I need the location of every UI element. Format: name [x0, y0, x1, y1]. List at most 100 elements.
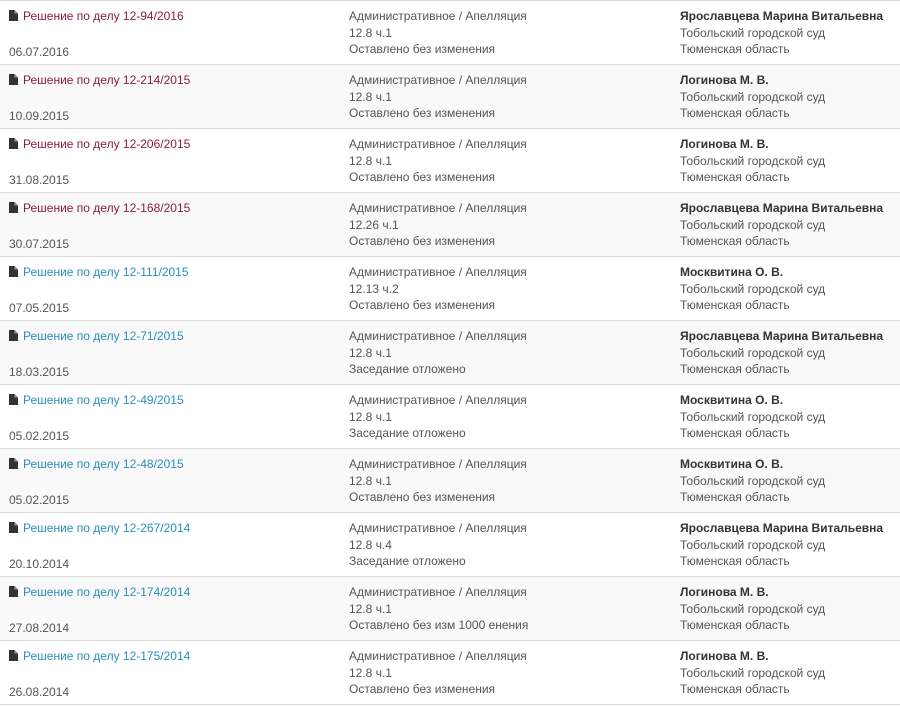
case-link[interactable]: Решение по делу 12-168/2015 — [9, 200, 339, 217]
table-row: Решение по делу 12-174/2014 27.08.2014 А… — [0, 577, 900, 641]
case-link[interactable]: Решение по делу 12-214/2015 — [9, 72, 339, 89]
court-name: Тобольский городской суд — [680, 217, 826, 232]
case-category: Административное / Апелляция — [349, 521, 527, 535]
document-icon — [9, 458, 18, 469]
table-row: Решение по делу 12-175/2014 26.08.2014 А… — [0, 641, 900, 705]
case-title-cell: Решение по делу 12-71/2015 18.03.2015 — [9, 328, 339, 380]
case-info-cell: Административное / Апелляция 12.8 ч.1 Ос… — [349, 584, 669, 634]
case-date: 20.10.2014 — [9, 556, 70, 571]
case-judge-cell: Ярославцева Марина Витальевна Тобольский… — [680, 520, 895, 570]
case-date: 30.07.2015 — [9, 236, 70, 251]
case-link[interactable]: Решение по делу 12-267/2014 — [9, 520, 339, 537]
case-date: 31.08.2015 — [9, 172, 70, 187]
judge-name: Ярославцева Марина Витальевна — [680, 521, 884, 535]
judge-name: Логинова М. В. — [680, 73, 769, 87]
court-name: Тобольский городской суд — [680, 473, 826, 488]
case-result: Оставлено без изменения — [349, 234, 496, 248]
case-article: 12.26 ч.1 — [349, 217, 399, 232]
document-icon — [9, 138, 18, 149]
case-category: Административное / Апелляция — [349, 649, 527, 663]
case-link-text: Решение по делу 12-214/2015 — [23, 73, 191, 87]
case-judge-cell: Ярославцева Марина Витальевна Тобольский… — [680, 8, 895, 58]
case-link-text: Решение по делу 12-49/2015 — [23, 393, 184, 407]
region-name: Тюменская область — [680, 106, 790, 120]
case-article: 12.8 ч.1 — [349, 89, 392, 104]
case-link-text: Решение по делу 12-111/2015 — [23, 265, 189, 279]
table-row: Решение по делу 12-49/2015 05.02.2015 Ад… — [0, 385, 900, 449]
case-judge-cell: Логинова М. В. Тобольский городской суд … — [680, 136, 895, 186]
case-date: 10.09.2015 — [9, 108, 70, 123]
case-info-cell: Административное / Апелляция 12.13 ч.2 О… — [349, 264, 669, 314]
case-category: Административное / Апелляция — [349, 457, 527, 471]
case-link-text: Решение по делу 12-175/2014 — [23, 649, 191, 663]
case-info-cell: Административное / Апелляция 12.8 ч.1 За… — [349, 328, 669, 378]
judge-name: Логинова М. В. — [680, 585, 769, 599]
case-result: Заседание отложено — [349, 362, 466, 376]
region-name: Тюменская область — [680, 298, 790, 312]
table-row: Решение по делу 12-71/2015 18.03.2015 Ад… — [0, 321, 900, 385]
region-name: Тюменская область — [680, 618, 790, 632]
judge-name: Логинова М. В. — [680, 649, 769, 663]
case-link[interactable]: Решение по делу 12-49/2015 — [9, 392, 339, 409]
case-link[interactable]: Решение по делу 12-175/2014 — [9, 648, 339, 665]
region-name: Тюменская область — [680, 554, 790, 568]
case-judge-cell: Москвитина О. В. Тобольский городской су… — [680, 456, 895, 506]
table-row: Решение по делу 12-267/2014 20.10.2014 А… — [0, 513, 900, 577]
case-date: 05.02.2015 — [9, 492, 70, 507]
case-category: Административное / Апелляция — [349, 9, 527, 23]
case-result: Заседание отложено — [349, 554, 466, 568]
case-title-cell: Решение по делу 12-94/2016 06.07.2016 — [9, 8, 339, 60]
case-category: Административное / Апелляция — [349, 585, 527, 599]
judge-name: Ярославцева Марина Витальевна — [680, 201, 884, 215]
table-row: Решение по делу 12-48/2015 05.02.2015 Ад… — [0, 449, 900, 513]
case-info-cell: Административное / Апелляция 12.8 ч.1 Ос… — [349, 648, 669, 698]
case-title-cell: Решение по делу 12-267/2014 20.10.2014 — [9, 520, 339, 572]
case-link-text: Решение по делу 12-168/2015 — [23, 201, 191, 215]
document-icon — [9, 586, 18, 597]
case-info-cell: Административное / Апелляция 12.8 ч.1 За… — [349, 392, 669, 442]
court-name: Тобольский городской суд — [680, 153, 826, 168]
case-article: 12.8 ч.1 — [349, 345, 392, 360]
court-name: Тобольский городской суд — [680, 537, 826, 552]
case-link[interactable]: Решение по делу 12-174/2014 — [9, 584, 339, 601]
case-info-cell: Административное / Апелляция 12.26 ч.1 О… — [349, 200, 669, 250]
court-name: Тобольский городской суд — [680, 89, 826, 104]
case-title-cell: Решение по делу 12-206/2015 31.08.2015 — [9, 136, 339, 188]
document-icon — [9, 266, 18, 277]
case-category: Административное / Апелляция — [349, 329, 527, 343]
region-name: Тюменская область — [680, 362, 790, 376]
case-info-cell: Административное / Апелляция 12.8 ч.1 Ос… — [349, 72, 669, 122]
case-link-text: Решение по делу 12-267/2014 — [23, 521, 191, 535]
case-article: 12.8 ч.1 — [349, 665, 392, 680]
case-date: 26.08.2014 — [9, 684, 70, 699]
case-result: Оставлено без изменения — [349, 682, 496, 696]
case-link[interactable]: Решение по делу 12-71/2015 — [9, 328, 339, 345]
case-link[interactable]: Решение по делу 12-111/2015 — [9, 264, 339, 281]
case-title-cell: Решение по делу 12-214/2015 10.09.2015 — [9, 72, 339, 124]
case-info-cell: Административное / Апелляция 12.8 ч.1 Ос… — [349, 8, 669, 58]
case-title-cell: Решение по делу 12-175/2014 26.08.2014 — [9, 648, 339, 700]
document-icon — [9, 650, 18, 661]
case-result: Оставлено без изм 1000 енения — [349, 618, 529, 632]
judge-name: Логинова М. В. — [680, 137, 769, 151]
document-icon — [9, 74, 18, 85]
case-title-cell: Решение по делу 12-49/2015 05.02.2015 — [9, 392, 339, 444]
document-icon — [9, 394, 18, 405]
case-result: Заседание отложено — [349, 426, 466, 440]
case-category: Административное / Апелляция — [349, 201, 527, 215]
judge-name: Ярославцева Марина Витальевна — [680, 329, 884, 343]
table-row: Решение по делу 12-206/2015 31.08.2015 А… — [0, 129, 900, 193]
case-category: Административное / Апелляция — [349, 393, 527, 407]
case-link[interactable]: Решение по делу 12-94/2016 — [9, 8, 339, 25]
case-link[interactable]: Решение по делу 12-206/2015 — [9, 136, 339, 153]
court-name: Тобольский городской суд — [680, 601, 826, 616]
case-link[interactable]: Решение по делу 12-48/2015 — [9, 456, 339, 473]
case-link-text: Решение по делу 12-174/2014 — [23, 585, 191, 599]
document-icon — [9, 522, 18, 533]
case-link-text: Решение по делу 12-206/2015 — [23, 137, 191, 151]
case-article: 12.8 ч.1 — [349, 153, 392, 168]
case-judge-cell: Москвитина О. В. Тобольский городской су… — [680, 264, 895, 314]
case-judge-cell: Логинова М. В. Тобольский городской суд … — [680, 584, 895, 634]
region-name: Тюменская область — [680, 234, 790, 248]
case-article: 12.8 ч.1 — [349, 601, 392, 616]
